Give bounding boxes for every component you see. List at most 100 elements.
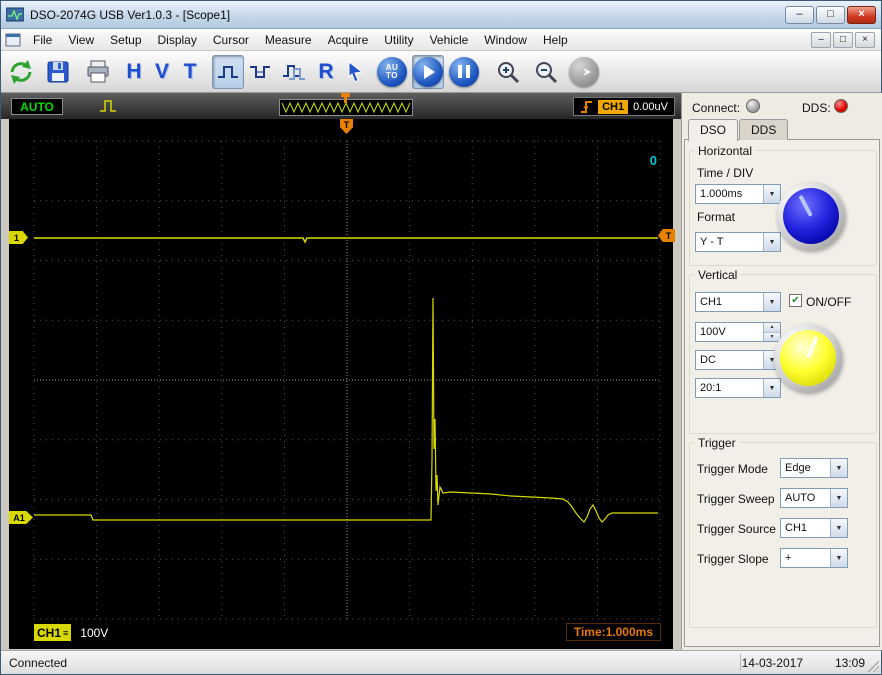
channel-badge: CH1 ≡ [34, 624, 72, 641]
pulse-trigger-button[interactable] [244, 55, 276, 89]
coupling-select[interactable]: DC ▼ [695, 350, 781, 370]
tab-dso[interactable]: DSO [688, 119, 739, 141]
trigger-level-value: 0.00uV [633, 100, 668, 113]
dds-label: DDS: [802, 101, 831, 115]
scope-display: T 1 A1 T 0 CH1 ≡ 100V Time:1.000ms [9, 119, 675, 649]
trigger-position-marker[interactable] [341, 93, 350, 103]
trigger-mode-select[interactable]: Edge ▼ [780, 458, 848, 478]
app-icon [6, 7, 24, 21]
menu-bar: File View Setup Display Cursor Measure A… [1, 29, 881, 51]
horizontal-knob[interactable] [777, 182, 845, 250]
math-button[interactable] [278, 55, 310, 89]
print-button[interactable] [82, 55, 114, 89]
trigger-sweep-value: AUTO [785, 492, 816, 504]
timebase-select[interactable]: 1.000ms ▼ [695, 184, 781, 204]
tab-dds[interactable]: DDS [739, 119, 789, 140]
resize-grip[interactable] [866, 659, 879, 672]
trigger-menu-button[interactable]: T [176, 55, 204, 89]
statusbar-date: 14-03-2017 [741, 656, 803, 670]
spinner-down-icon[interactable]: ▼ [764, 332, 780, 341]
menu-utility[interactable]: Utility [376, 30, 421, 50]
chevron-down-icon[interactable]: ▼ [830, 519, 847, 537]
probe-value: 20:1 [700, 382, 722, 394]
statusbar-time: 13:09 [834, 656, 865, 670]
coupling-value: DC [700, 354, 716, 366]
menu-cursor[interactable]: Cursor [205, 30, 257, 50]
horizontal-knob-face [783, 188, 839, 244]
trigger-sweep-label: Trigger Sweep [697, 492, 775, 506]
pause-icon [449, 56, 479, 87]
workspace: AUTO CH1 0.00uV T 1 A1 T 0 CH1 ≡ 100V Ti… [1, 93, 882, 650]
vertical-knob-face [780, 330, 836, 386]
vertical-menu-button[interactable]: V [148, 55, 176, 89]
zoom-out-button[interactable] [530, 55, 562, 89]
mdi-restore-button[interactable]: □ [833, 31, 853, 48]
refresh-button[interactable] [5, 55, 37, 89]
menu-acquire[interactable]: Acquire [320, 30, 377, 50]
menu-help[interactable]: Help [535, 30, 576, 50]
cursor-tool-button[interactable] [340, 55, 372, 89]
menu-file[interactable]: File [25, 30, 60, 50]
channel-onoff-checkbox[interactable]: ✔ [789, 294, 802, 307]
print-icon [87, 60, 109, 82]
vertical-knob[interactable] [774, 324, 842, 392]
chevron-down-icon[interactable]: ▼ [830, 549, 847, 567]
trigger-mode-label: Trigger Mode [697, 462, 768, 476]
maximize-button[interactable]: □ [816, 5, 845, 24]
minimize-button[interactable]: – [785, 5, 814, 24]
channel-readout: CH1 ≡ 100V [34, 624, 119, 641]
chevron-down-icon[interactable]: ▼ [763, 293, 780, 311]
trigger-readout: CH1 0.00uV [573, 97, 675, 116]
time-div-label: Time / DIV [697, 166, 754, 180]
chevron-down-icon[interactable]: ▼ [763, 379, 780, 397]
volts-div-stepper[interactable]: 100V ▲ ▼ [695, 322, 781, 342]
horizontal-group-title: Horizontal [695, 144, 756, 158]
edge-trigger-button[interactable] [212, 54, 244, 89]
zoom-in-button[interactable] [492, 55, 524, 89]
menu-window[interactable]: Window [476, 30, 535, 50]
channel-badge-label: CH1 [37, 625, 62, 640]
spinner-up-icon[interactable]: ▲ [764, 323, 780, 333]
trigger-source-value: CH1 [785, 522, 808, 534]
pan-button[interactable] [568, 55, 600, 89]
save-button[interactable] [42, 55, 74, 89]
close-button[interactable]: × [847, 5, 876, 24]
chevron-down-icon[interactable]: ▼ [763, 185, 780, 203]
trigger-sweep-select[interactable]: AUTO ▼ [780, 488, 848, 508]
horizontal-menu-button[interactable]: H [120, 55, 148, 89]
reference-button[interactable]: R [312, 55, 340, 89]
pause-button[interactable] [448, 55, 480, 89]
channel-scale-value: 100V [80, 625, 109, 640]
menu-setup[interactable]: Setup [102, 30, 149, 50]
trigger-source-select[interactable]: CH1 ▼ [780, 518, 848, 538]
timebase-value: 1.000ms [700, 188, 743, 200]
vertical-knob-pointer [806, 335, 819, 359]
menu-view[interactable]: View [60, 30, 102, 50]
connect-status-led [746, 99, 760, 113]
channel-value: CH1 [700, 296, 723, 308]
menu-vehicle[interactable]: Vehicle [422, 30, 477, 50]
menu-display[interactable]: Display [150, 30, 205, 50]
probe-select[interactable]: 20:1 ▼ [695, 378, 781, 398]
run-button[interactable] [412, 54, 444, 89]
dds-status-led [834, 99, 848, 113]
menu-measure[interactable]: Measure [257, 30, 320, 50]
chevron-down-icon[interactable]: ▼ [830, 489, 847, 507]
format-select[interactable]: Y - T ▼ [695, 232, 781, 252]
chevron-down-icon[interactable]: ▼ [830, 459, 847, 477]
chevron-down-icon[interactable]: ▼ [763, 233, 780, 251]
volts-div-value: 100V [700, 326, 726, 338]
trigger-source-label: Trigger Source [697, 522, 776, 536]
title-bar: DSO-2074G USB Ver1.0.3 - [Scope1] – □ × [1, 1, 881, 29]
waveform-layer [34, 237, 658, 523]
dso-tab-page: Horizontal Time / DIV 1.000ms ▼ Format Y… [684, 139, 880, 647]
mdi-close-button[interactable]: × [855, 31, 875, 48]
trigger-slope-select[interactable]: + ▼ [780, 548, 848, 568]
zoom-in-icon [498, 61, 520, 83]
autoset-button[interactable]: AU TO [376, 55, 408, 89]
mdi-minimize-button[interactable]: – [811, 31, 831, 48]
pulse-trigger-icon [250, 65, 270, 78]
t-letter: T [183, 59, 197, 83]
channel-select[interactable]: CH1 ▼ [695, 292, 781, 312]
trigger-source-badge: CH1 [598, 99, 629, 114]
